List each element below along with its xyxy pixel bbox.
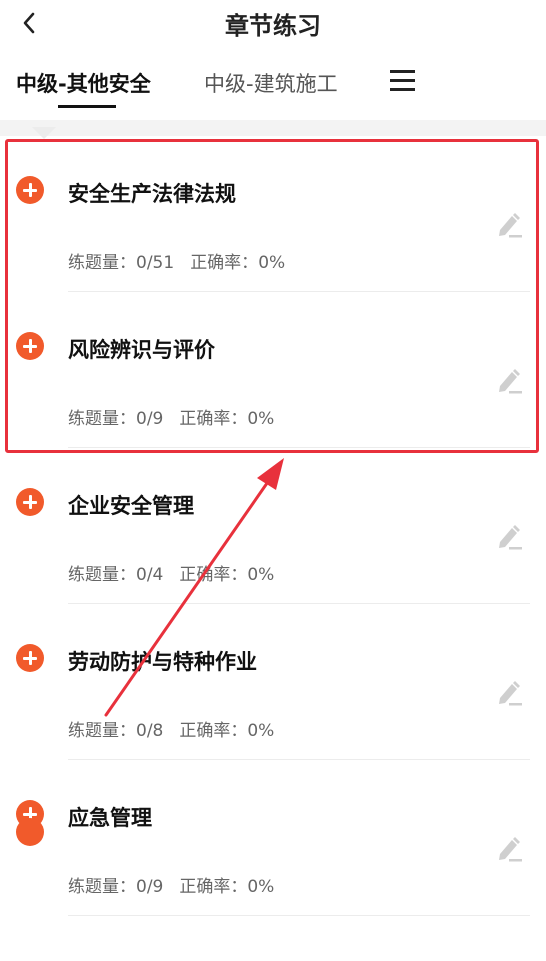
hamburger-menu-icon: [390, 70, 415, 73]
menu-button[interactable]: [388, 66, 418, 96]
pencil-icon[interactable]: [494, 366, 524, 396]
plus-circle-icon[interactable]: [16, 176, 44, 204]
tab-bar: 中级-其他安全 中级-建筑施工: [0, 62, 546, 112]
accuracy-rate: 0%: [247, 565, 275, 585]
chapter-item[interactable]: 安全生产法律法规 练题量：0/51 正确率：0%: [0, 136, 546, 292]
plus-circle-icon[interactable]: [16, 644, 44, 672]
accuracy-rate: 0%: [247, 877, 275, 897]
pencil-icon[interactable]: [494, 834, 524, 864]
accuracy-rate: 0%: [258, 253, 286, 273]
practice-count: 0/4: [136, 565, 164, 585]
practice-count: 0/8: [136, 721, 164, 741]
tab-construction[interactable]: 中级-建筑施工: [204, 68, 338, 98]
count-label: 练题量：: [68, 253, 136, 273]
count-label: 练题量：: [68, 565, 136, 585]
chapter-stats: 练题量：0/8 正确率：0%: [68, 716, 274, 741]
count-label: 练题量：: [68, 721, 136, 741]
practice-count: 0/9: [136, 409, 164, 429]
rate-label: 正确率：: [179, 409, 248, 429]
rate-label: 正确率：: [190, 253, 259, 273]
chapter-title: 应急管理: [68, 806, 152, 830]
rate-label: 正确率：: [179, 721, 248, 741]
chapter-title: 企业安全管理: [68, 494, 194, 518]
chapter-stats: 练题量：0/4 正确率：0%: [68, 560, 274, 585]
divider: [68, 915, 530, 916]
rate-label: 正确率：: [179, 877, 248, 897]
pencil-icon[interactable]: [494, 522, 524, 552]
chapter-stats: 练题量：0/9 正确率：0%: [68, 872, 274, 897]
chapter-stats: 练题量：0/9 正确率：0%: [68, 404, 274, 429]
chapter-item[interactable]: 应急管理 练题量：0/9 正确率：0%: [0, 760, 546, 916]
practice-count: 0/51: [136, 253, 175, 273]
chapter-item[interactable]: 企业安全管理 练题量：0/4 正确率：0%: [0, 448, 546, 604]
accuracy-rate: 0%: [247, 409, 275, 429]
page-title: 章节练习: [225, 12, 321, 40]
plus-circle-icon[interactable]: [16, 488, 44, 516]
chapter-stats: 练题量：0/51 正确率：0%: [68, 248, 285, 273]
accuracy-rate: 0%: [247, 721, 275, 741]
pencil-icon[interactable]: [494, 678, 524, 708]
rate-label: 正确率：: [179, 565, 248, 585]
practice-count: 0/9: [136, 877, 164, 897]
chapter-title: 风险辨识与评价: [68, 338, 215, 362]
pencil-icon[interactable]: [494, 210, 524, 240]
header: 章节练习 中级-其他安全 中级-建筑施工: [0, 0, 546, 120]
chapter-title: 安全生产法律法规: [68, 182, 236, 206]
chapter-item[interactable]: 风险辨识与评价 练题量：0/9 正确率：0%: [0, 292, 546, 448]
tab-other-safety[interactable]: 中级-其他安全: [16, 68, 151, 98]
chapter-title: 劳动防护与特种作业: [68, 650, 257, 674]
plus-circle-icon[interactable]: [16, 818, 44, 846]
chapter-item[interactable]: 劳动防护与特种作业 练题量：0/8 正确率：0%: [0, 604, 546, 760]
count-label: 练题量：: [68, 877, 136, 897]
active-tab-underline: [58, 105, 116, 108]
plus-circle-icon[interactable]: [16, 332, 44, 360]
count-label: 练题量：: [68, 409, 136, 429]
